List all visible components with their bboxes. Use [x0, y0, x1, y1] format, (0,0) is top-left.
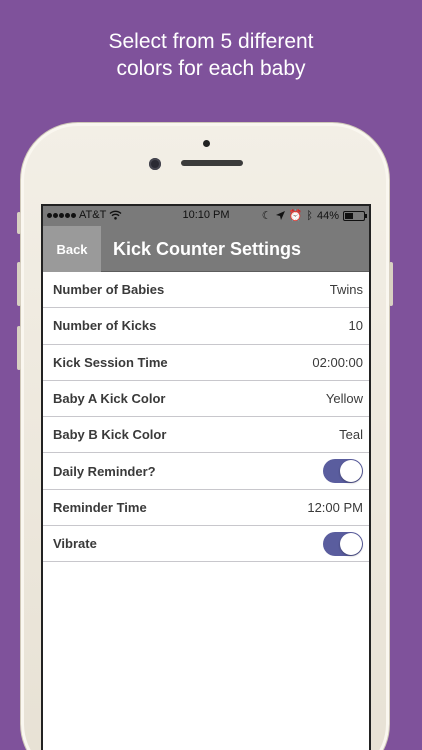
headline-line-1: Select from 5 different	[108, 30, 314, 53]
alarm-icon: ⏰	[288, 210, 303, 222]
back-button[interactable]: Back	[43, 226, 101, 272]
status-bar: AT&T 10:10 PM ☾ ⏰ ᛒ 44%	[43, 206, 369, 226]
headline: Select from 5 different colors for each …	[0, 28, 422, 82]
volume-down-button	[17, 326, 21, 370]
settings-list: Number of Babies Twins Number of Kicks 1…	[43, 272, 369, 563]
mute-switch	[17, 212, 21, 234]
status-right: ☾ ⏰ ᛒ 44%	[261, 209, 367, 222]
bluetooth-icon: ᛒ	[306, 209, 313, 222]
earpiece-speaker	[181, 160, 243, 166]
page-title: Kick Counter Settings	[113, 239, 302, 259]
setting-label: Number of Kicks	[53, 318, 157, 334]
setting-value: 02:00:00	[312, 354, 363, 370]
setting-label: Kick Session Time	[53, 354, 168, 370]
setting-baby-b-kick-color[interactable]: Baby B Kick Color Teal	[43, 417, 369, 454]
setting-value: Yellow	[325, 391, 363, 407]
battery-icon	[343, 210, 367, 221]
setting-value: 12:00 PM	[307, 499, 363, 515]
phone-screen: AT&T 10:10 PM ☾ ⏰ ᛒ 44% Back Kick Counte…	[41, 204, 371, 750]
volume-up-button	[17, 262, 21, 306]
power-button	[389, 262, 393, 306]
setting-label: Number of Babies	[53, 282, 165, 298]
setting-kick-session-time[interactable]: Kick Session Time 02:00:00	[43, 345, 369, 381]
battery-percent: 44%	[316, 209, 339, 222]
front-camera	[149, 158, 161, 170]
headline-line-2: colors for each baby	[116, 57, 306, 80]
setting-number-of-kicks[interactable]: Number of Kicks 10	[43, 308, 369, 345]
setting-label: Reminder Time	[53, 499, 147, 515]
setting-number-of-babies[interactable]: Number of Babies Twins	[43, 272, 369, 309]
setting-value: 10	[348, 318, 363, 334]
location-arrow-icon	[275, 211, 285, 220]
proximity-sensor	[203, 140, 210, 147]
vibrate-toggle[interactable]	[323, 531, 363, 556]
setting-value: Teal	[339, 427, 363, 443]
setting-label: Vibrate	[53, 536, 97, 552]
setting-value: Twins	[329, 282, 363, 298]
setting-label: Baby A Kick Color	[53, 391, 166, 407]
setting-reminder-time[interactable]: Reminder Time 12:00 PM	[43, 490, 369, 527]
daily-reminder-toggle[interactable]	[323, 459, 363, 484]
moon-icon: ☾	[261, 210, 272, 222]
navigation-bar: Back Kick Counter Settings	[43, 226, 369, 272]
setting-label: Baby B Kick Color	[53, 427, 167, 443]
setting-baby-a-kick-color[interactable]: Baby A Kick Color Yellow	[43, 381, 369, 418]
setting-daily-reminder: Daily Reminder?	[43, 453, 369, 490]
setting-vibrate: Vibrate	[43, 526, 369, 563]
setting-label: Daily Reminder?	[53, 463, 156, 479]
